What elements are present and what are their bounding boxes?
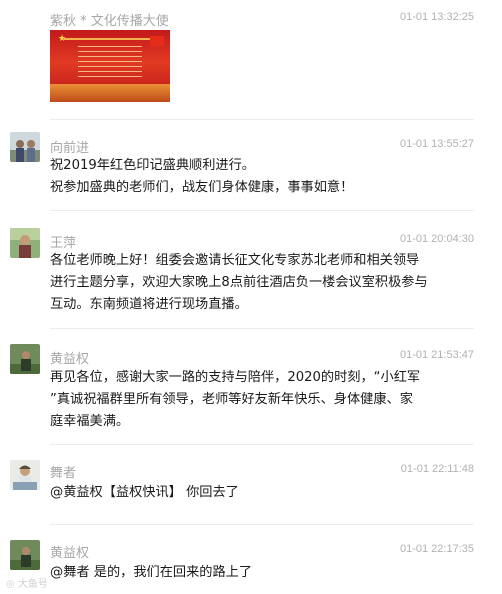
- sender-name[interactable]: 向前进: [50, 137, 89, 156]
- message-time: 01-01 21:53:47: [399, 349, 474, 361]
- message-text: @黄益权【益权快讯】 你回去了: [50, 485, 239, 500]
- avatar[interactable]: [10, 540, 40, 570]
- avatar[interactable]: [10, 344, 40, 374]
- watermark: ◎ 大鱼号: [6, 575, 48, 590]
- divider: [50, 444, 474, 445]
- fish-logo-icon: ◎: [6, 579, 18, 590]
- avatar[interactable]: [10, 132, 40, 162]
- divider: [50, 524, 474, 525]
- poster-image[interactable]: ★: [50, 30, 170, 102]
- message-text: 各位老师晚上好！组委会邀请长征文化专家苏北老师和相关领导 进行主题分享，欢迎大家…: [50, 253, 428, 312]
- sender-name[interactable]: 黄益权: [50, 542, 89, 561]
- message-4: 黄益权 01-01 21:53:47 再见各位，感谢大家一路的支持与陪伴，202…: [0, 330, 502, 446]
- flag-icon: [150, 36, 164, 46]
- message-1: 紫秋 * 文化传播大使 01-01 13:32:25 ★: [0, 0, 502, 120]
- message-text: 再见各位，感谢大家一路的支持与陪伴，2020的时刻，“小红军 ”真诚祝福群里所有…: [50, 370, 421, 429]
- message-time: 01-01 22:11:48: [400, 463, 474, 475]
- message-2: 向前进 01-01 13:55:27 祝2019年红色印记盛典顺利进行。 祝参加…: [0, 120, 502, 212]
- message-time: 01-01 20:04:30: [399, 233, 474, 245]
- message-time: 01-01 22:17:35: [399, 543, 474, 555]
- divider: [50, 328, 474, 329]
- message-text: @舞者 是的，我们在回来的路上了: [50, 565, 253, 580]
- sender-name[interactable]: 舞者: [50, 462, 76, 481]
- sender-name[interactable]: 紫秋 * 文化传播大使: [50, 10, 169, 29]
- watermark-text: 大鱼号: [17, 579, 48, 590]
- message-time: 01-01 13:55:27: [399, 138, 474, 150]
- avatar[interactable]: [10, 460, 40, 490]
- avatar[interactable]: [10, 228, 40, 258]
- divider: [50, 210, 474, 211]
- message-time: 01-01 13:32:25: [399, 11, 474, 23]
- sender-name[interactable]: 王萍: [50, 232, 76, 251]
- message-3: 王萍 01-01 20:04:30 各位老师晚上好！组委会邀请长征文化专家苏北老…: [0, 212, 502, 330]
- message-6: 黄益权 01-01 22:17:35 @舞者 是的，我们在回来的路上了: [0, 526, 502, 594]
- sender-name[interactable]: 黄益权: [50, 348, 89, 367]
- message-5: 舞者 01-01 22:11:48 @黄益权【益权快讯】 你回去了: [0, 446, 502, 526]
- message-text: 祝2019年红色印记盛典顺利进行。 祝参加盛典的老师们，战友们身体健康，事事如意…: [50, 158, 354, 195]
